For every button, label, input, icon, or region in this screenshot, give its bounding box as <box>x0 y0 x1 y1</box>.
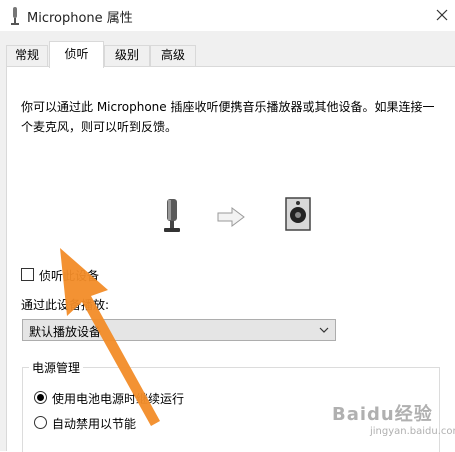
continue-on-battery-radio[interactable] <box>34 391 47 404</box>
watermark-main: Baidu经验 <box>332 404 433 425</box>
tab-levels[interactable]: 级别 <box>104 45 150 66</box>
baidu-watermark: Baidu经验 jingyan.baidu.com <box>332 396 455 446</box>
playback-device-label: 通过此设备播放: <box>21 298 110 312</box>
tab-advanced[interactable]: 高级 <box>150 45 196 66</box>
playback-device-value: 默认播放设备 <box>29 325 102 339</box>
window-title: Microphone 属性 <box>27 11 133 26</box>
listen-description: 你可以通过此 Microphone 插座收听便携音乐播放器或其他设备。如果连接一… <box>21 100 435 134</box>
chevron-down-icon <box>319 327 329 333</box>
listen-to-device-checkbox[interactable] <box>21 268 34 281</box>
title-bar: Microphone 属性 <box>0 0 455 31</box>
close-icon[interactable] <box>429 2 455 29</box>
listen-flow-illustration <box>7 197 455 237</box>
microphone-icon <box>11 7 19 25</box>
listen-to-device-label: 侦听此设备 <box>39 269 100 283</box>
microphone-icon <box>164 199 180 232</box>
tab-listen[interactable]: 侦听 <box>49 41 104 68</box>
listen-tab-panel: 你可以通过此 Microphone 插座收听便携音乐播放器或其他设备。如果连接一… <box>6 66 455 452</box>
auto-disable-radio[interactable] <box>34 416 47 429</box>
arrow-right-icon <box>217 207 245 227</box>
watermark-sub: jingyan.baidu.com <box>370 426 455 437</box>
auto-disable-label: 自动禁用以节能 <box>52 417 137 431</box>
speaker-icon <box>285 197 311 231</box>
dialog-client-area: 常规 侦听 级别 高级 你可以通过此 Microphone 插座收听便携音乐播放… <box>0 31 455 452</box>
power-management-title: 电源管理 <box>29 359 84 376</box>
tab-general[interactable]: 常规 <box>6 45 48 66</box>
continue-on-battery-label: 使用电池电源时继续运行 <box>52 392 185 406</box>
playback-device-select[interactable]: 默认播放设备 <box>22 319 336 341</box>
